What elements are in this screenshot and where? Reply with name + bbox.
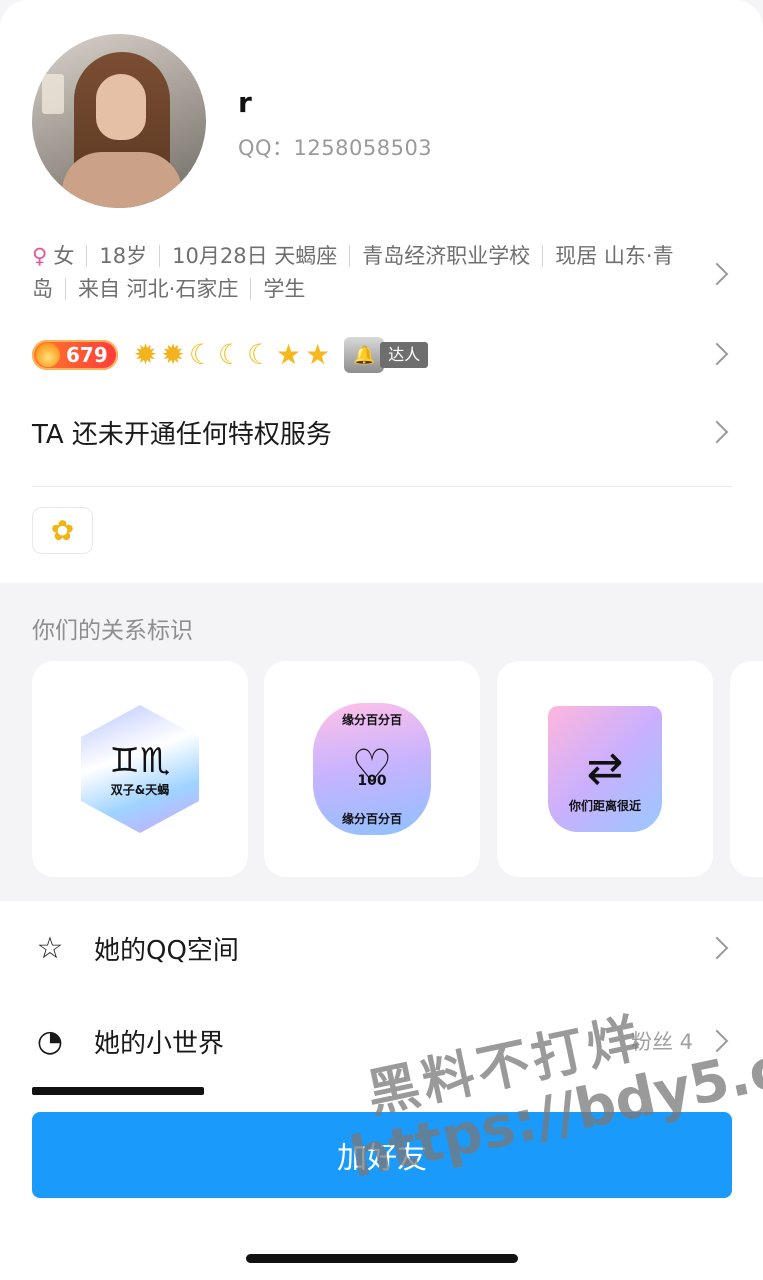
talent-label: 达人 (380, 342, 429, 368)
divider (65, 278, 66, 300)
fate-label-top: 缘分百分百 (341, 713, 402, 727)
talent-badge: 🔔 达人 (344, 337, 429, 373)
loading-bar (32, 1087, 204, 1095)
divider (542, 245, 544, 267)
distance-label: 你们距离很近 (568, 799, 641, 813)
sun-icon: ✹ (161, 338, 185, 371)
relationship-title: 你们的关系标识 (32, 618, 193, 644)
level-icons: ✹ ✹ ☾ ☾ ☾ ★ ★ (134, 340, 330, 370)
divider (86, 245, 88, 267)
occupation-text: 学生 (263, 277, 306, 301)
signpost-icon: ⇄ (586, 743, 624, 794)
fate-badge: 缘分百分百 ♡ 100 缘分百分百 (313, 703, 431, 835)
sun-icon: ✹ (133, 338, 158, 371)
distance-badge: ⇄ 你们距离很近 (548, 706, 662, 832)
level-chevron-right-icon[interactable] (705, 342, 729, 366)
small-world-icon: ◔ (36, 1023, 64, 1059)
divider (159, 245, 161, 267)
zodiac-label: 双子&天蝎 (110, 782, 170, 797)
relationship-card-fate[interactable]: 缘分百分百 ♡ 100 缘分百分百 (264, 661, 480, 877)
level-row[interactable]: 679 ✹ ✹ ☾ ☾ ☾ ★ ★ 🔔 达人 (32, 336, 429, 374)
world-chevron-right-icon (705, 1029, 729, 1053)
avatar-lamp (42, 74, 64, 114)
profile-name: r (238, 86, 252, 119)
divider (349, 245, 351, 267)
relationship-card-zodiac[interactable]: ♊♏ 双子&天蝎 (32, 661, 248, 877)
relationship-card-partial[interactable] (730, 661, 763, 877)
avatar[interactable] (32, 34, 206, 208)
qzone-star-icon: ☆ (36, 930, 64, 966)
qzone-label: 她的QQ空间 (94, 935, 239, 966)
flower-icon: ✿ (50, 514, 75, 547)
gender-text: 女 (53, 244, 75, 268)
flame-icon (36, 343, 60, 367)
fate-number: 100 (357, 773, 387, 790)
avatar-face (96, 74, 146, 140)
home-indicator[interactable] (246, 1254, 518, 1263)
gemini-scorpio-icon: ♊♏ (109, 740, 171, 781)
level-value: 679 (66, 343, 108, 367)
avatar-body (62, 152, 182, 208)
privilege-text[interactable]: TA 还未开通任何特权服务 (32, 414, 332, 451)
fate-label-bottom: 缘分百分百 (341, 811, 402, 826)
section-divider (32, 486, 732, 487)
age-text: 18岁 (99, 244, 148, 268)
profile-sheet: r QQ：1258058503 ♀ 女 18岁 10月28日 天蝎座 青岛经济职业学校现… (0, 0, 763, 1280)
privilege-chevron-right-icon[interactable] (705, 420, 729, 444)
moon-icon: ☾ (246, 338, 273, 371)
fans-count: 粉丝 4 (630, 1030, 693, 1054)
moon-icon: ☾ (188, 338, 214, 371)
qq-number: QQ：1258058503 (238, 136, 433, 160)
info-chevron-right-icon[interactable] (705, 262, 729, 286)
add-friend-button[interactable]: 加好友 (32, 1112, 732, 1198)
divider (250, 278, 252, 300)
flower-tag[interactable]: ✿ (32, 507, 93, 554)
qzone-row[interactable]: ☆ 她的QQ空间 (0, 908, 763, 988)
hometown-text: 来自 河北·石家庄 (78, 277, 239, 301)
star-icon: ★ (276, 338, 302, 371)
qzone-chevron-right-icon (705, 936, 729, 960)
profile-info[interactable]: ♀ 女 18岁 10月28日 天蝎座 青岛经济职业学校 现居 山东·青岛 来自 河北·石家庄… (32, 240, 692, 306)
star-icon: ★ (305, 338, 331, 371)
level-badge: 679 (32, 340, 118, 370)
birthday-text: 10月28日 天蝎座 (172, 244, 338, 268)
moon-icon: ☾ (217, 338, 243, 371)
relationship-card-distance[interactable]: ⇄ 你们距离很近 (497, 661, 713, 877)
relationship-section: 你们的关系标识 ♊♏ 双子&天蝎 缘分百分百 ♡ 100 缘分百分百 ⇄ 你们距… (0, 583, 763, 901)
world-row[interactable]: ◔ 她的小世界 粉丝 4 (0, 1001, 763, 1081)
female-icon: ♀ (32, 244, 48, 268)
world-label: 她的小世界 (94, 1028, 225, 1059)
school-text: 青岛经济职业学校 (362, 244, 531, 268)
zodiac-badge: ♊♏ 双子&天蝎 (81, 705, 199, 833)
bell-wing-icon: 🔔 (344, 337, 385, 373)
